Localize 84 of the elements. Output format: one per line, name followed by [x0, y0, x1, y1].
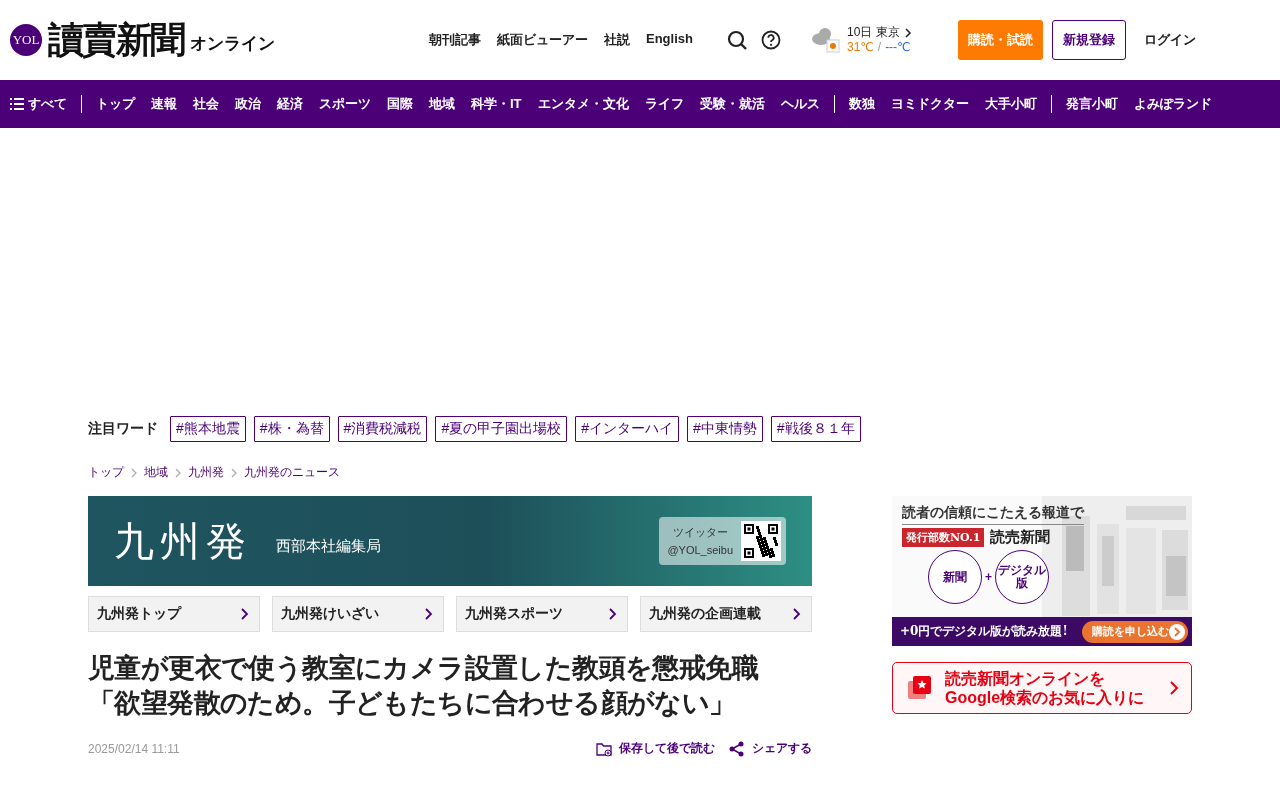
- qr-code-icon: [741, 521, 781, 561]
- nav-link[interactable]: 科学・IT: [463, 95, 530, 113]
- breadcrumb-link[interactable]: トップ: [88, 464, 124, 481]
- nav-link[interactable]: ヘルス: [772, 95, 828, 113]
- plan-circle: 新聞: [928, 550, 982, 604]
- logo-wordmark[interactable]: 讀賣新聞: [48, 15, 184, 65]
- nav-link[interactable]: トップ: [88, 95, 143, 113]
- trending-tag[interactable]: #消費税減税: [337, 416, 428, 442]
- article-headline: 児童が更衣で使う教室にカメラ設置した教頭を懲戒免職 「欲望発散のため。子どもたちに合わせる顔がない」: [88, 651, 760, 720]
- nav-link[interactable]: 地域: [421, 95, 463, 113]
- header-link[interactable]: 朝刊記事: [429, 31, 481, 49]
- nav-link[interactable]: 大手小町: [976, 95, 1045, 113]
- trending-tag[interactable]: #戦後８１年: [770, 416, 861, 442]
- google-favorite-card[interactable]: 読売新聞オンラインを Google検索のお気に入りに: [892, 662, 1192, 714]
- chevron-icon: [230, 467, 238, 478]
- logo-subtitle[interactable]: オンライン: [190, 31, 275, 55]
- circulation-badge: 発行部数NO.1: [902, 528, 985, 547]
- social-label: ツイッター: [672, 525, 728, 540]
- nav-link[interactable]: 発言小町: [1057, 95, 1126, 113]
- header-link[interactable]: 紙面ビューアー: [497, 31, 588, 49]
- ad-brand: 読売新聞: [990, 528, 1051, 547]
- section-subtitle: 西部本社編集局: [276, 536, 381, 556]
- breadcrumb-link[interactable]: 九州発のニュース: [244, 464, 340, 481]
- breadcrumb-link[interactable]: 九州発: [188, 464, 224, 481]
- nav-link[interactable]: ヨミドクター: [882, 95, 977, 113]
- bookmark-star-icon: [907, 675, 933, 701]
- section-title: 九州発: [114, 516, 252, 566]
- trending-tag[interactable]: #夏の甲子園出場校: [435, 416, 568, 442]
- share-icon: [729, 740, 745, 757]
- chevron-icon: [1169, 680, 1179, 696]
- search-icon[interactable]: [726, 30, 747, 50]
- nav-link[interactable]: 国際: [379, 95, 421, 113]
- header-link[interactable]: 社説: [604, 31, 630, 49]
- section-link[interactable]: 九州発トップ: [88, 596, 260, 632]
- header-link[interactable]: English: [646, 31, 693, 49]
- chevron-icon: [608, 607, 617, 621]
- offer-text: +0円でデジタル版が読み放題!: [900, 623, 1068, 640]
- nav-link[interactable]: エンタメ・文化: [529, 95, 637, 113]
- share-link[interactable]: シェアする: [729, 740, 812, 757]
- nav-link[interactable]: 数独: [840, 95, 883, 113]
- low-temperature: ---℃: [885, 40, 911, 55]
- cloud-sun-icon: [810, 26, 841, 54]
- arrow-circle-icon: [1169, 623, 1185, 640]
- breadcrumb-link[interactable]: 地域: [144, 464, 168, 481]
- chevron-icon: [792, 607, 801, 621]
- chevron-icon: [130, 467, 138, 478]
- weather-date: 10日: [846, 25, 873, 40]
- register-button[interactable]: 新規登録: [1052, 20, 1127, 60]
- trending-tag[interactable]: #インターハイ: [575, 416, 679, 442]
- nav-link[interactable]: 受験・就活: [691, 95, 773, 113]
- trending-tag[interactable]: #熊本地震: [170, 416, 246, 442]
- publish-date: 2025/02/14 11:11: [88, 741, 180, 756]
- section-link[interactable]: 九州発けいざい: [272, 596, 444, 632]
- section-link[interactable]: 九州発の企画連載: [640, 596, 812, 632]
- help-icon[interactable]: [760, 30, 781, 50]
- nav-link[interactable]: ライフ: [636, 95, 692, 113]
- temperature-separator: /: [877, 40, 882, 55]
- nav-link[interactable]: よみぽランド: [1125, 95, 1220, 113]
- folder-icon: [596, 740, 612, 757]
- all-menu-link[interactable]: すべて: [10, 95, 75, 113]
- nav-link[interactable]: 速報: [143, 95, 185, 113]
- high-temperature: 31℃: [846, 40, 874, 55]
- social-handle: @YOL_seibu: [667, 543, 733, 558]
- nav-link[interactable]: 社会: [185, 95, 227, 113]
- section-link[interactable]: 九州発スポーツ: [456, 596, 628, 632]
- trending-tag[interactable]: #中東情勢: [687, 416, 763, 442]
- menu-icon: [10, 97, 24, 111]
- logo-badge[interactable]: YOL: [10, 24, 42, 56]
- trending-label: 注目ワード: [88, 420, 158, 438]
- chevron-icon: [904, 27, 913, 38]
- plan-circle: デジタル版: [995, 550, 1049, 604]
- chevron-icon: [174, 467, 182, 478]
- plus-sign: +: [985, 570, 992, 584]
- google-favorite-text: 読売新聞オンラインを Google検索のお気に入りに: [945, 669, 1146, 707]
- weather-city: 東京: [876, 25, 901, 40]
- chevron-icon: [240, 607, 249, 621]
- ad-headline: 読者の信頼にこたえる報道で: [902, 504, 1084, 525]
- nav-link[interactable]: 政治: [227, 95, 269, 113]
- login-button[interactable]: ログイン: [1135, 20, 1197, 60]
- nav-link[interactable]: 経済: [269, 95, 311, 113]
- nav-link[interactable]: スポーツ: [311, 95, 379, 113]
- chevron-icon: [424, 607, 433, 621]
- save-link[interactable]: 保存して後で読む: [596, 740, 715, 757]
- trending-tag[interactable]: #株・為替: [253, 416, 330, 442]
